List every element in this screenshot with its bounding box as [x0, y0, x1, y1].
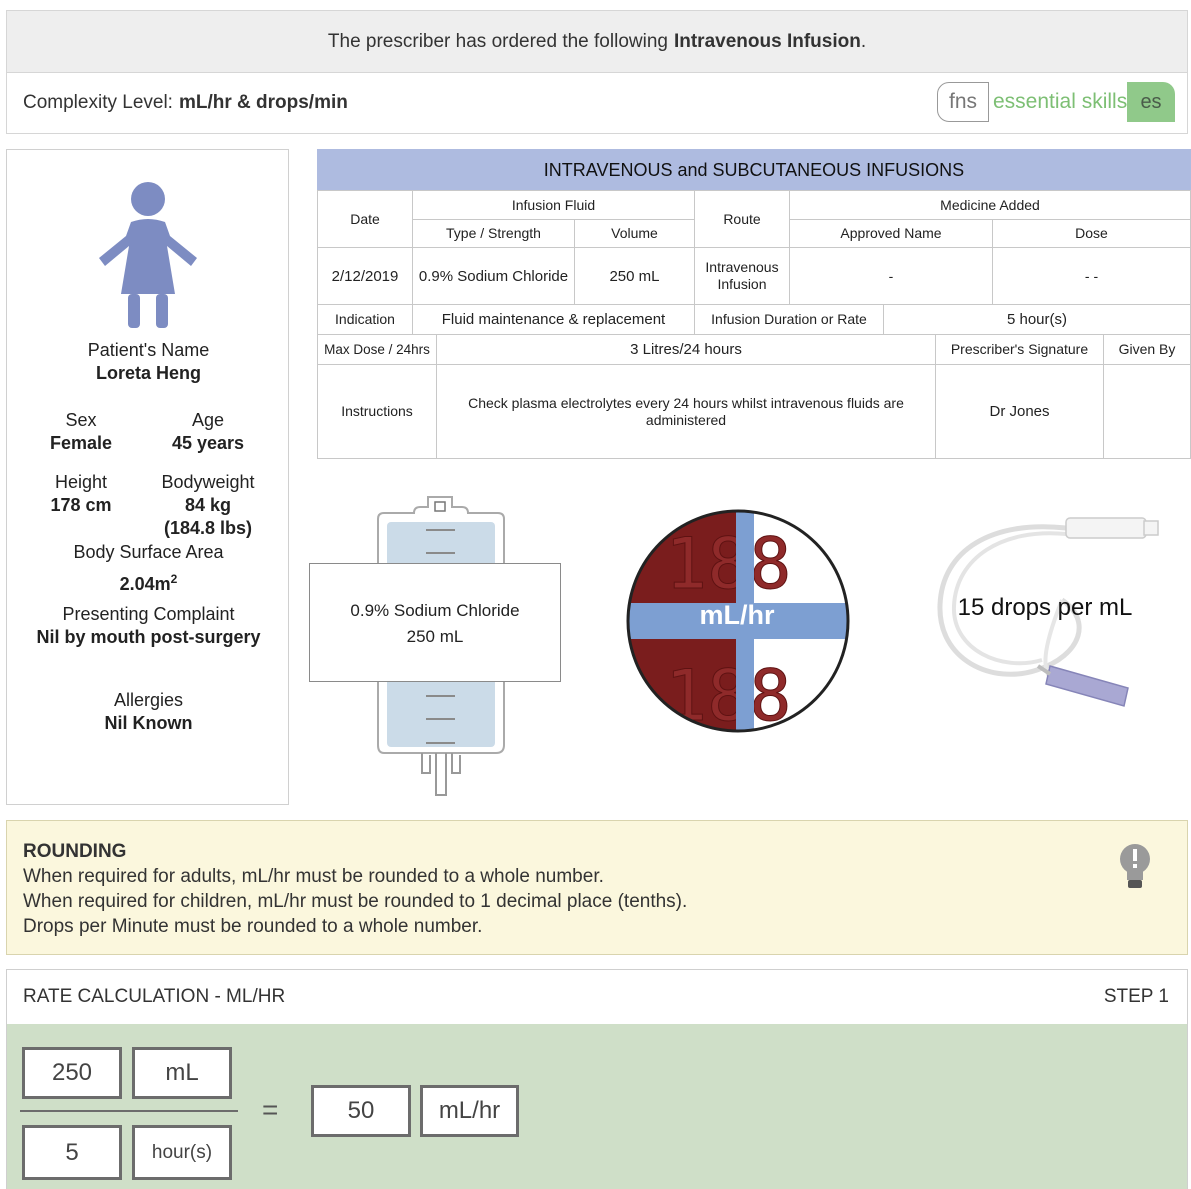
order-type: Intravenous Infusion — [673, 30, 861, 52]
header-given-by: Given By — [1103, 334, 1191, 365]
denominator-unit-field[interactable]: hour(s) — [132, 1125, 232, 1180]
header-instructions: Instructions — [317, 364, 437, 459]
patient-name-label: Patient's Name — [87, 340, 210, 360]
bag-volume: 250 mL — [406, 627, 464, 646]
pump-digits-top: 188 — [665, 523, 791, 605]
bodyweight-block: Bodyweight 84 kg (184.8 lbs) — [143, 471, 273, 540]
rounding-title: ROUNDING — [23, 841, 127, 862]
rounding-line-drops: Drops per Minute must be rounded to a wh… — [23, 916, 483, 937]
allergies-block: Allergies Nil Known — [7, 689, 290, 735]
cell-date: 2/12/2019 — [317, 247, 413, 305]
patient-panel: Patient's Name Loreta Heng Sex Female Ag… — [6, 149, 289, 805]
cell-duration-rate: 5 hour(s) — [883, 304, 1191, 335]
cell-indication: Fluid maintenance & replacement — [412, 304, 695, 335]
logo-es: es — [1127, 82, 1175, 122]
cell-route: Intravenous Infusion — [694, 247, 790, 305]
age-value: 45 years — [171, 433, 245, 453]
header-dose: Dose — [992, 219, 1191, 248]
logo-wordmark: essential skills — [993, 90, 1128, 113]
bsa-value: 2.04m — [119, 574, 171, 594]
height-block: Height 178 cm — [29, 471, 133, 517]
rounding-line-adults: When required for adults, mL/hr must be … — [23, 866, 604, 887]
header-approved-name: Approved Name — [789, 219, 993, 248]
header-prescriber-signature: Prescriber's Signature — [935, 334, 1104, 365]
logo-fns: fns — [937, 82, 989, 122]
header-infusion-fluid: Infusion Fluid — [412, 190, 695, 220]
patient-figure-icon — [99, 182, 197, 328]
bsa-label: Body Surface Area — [73, 542, 224, 562]
cell-type-strength: 0.9% Sodium Chloride — [412, 247, 575, 305]
bsa-value-wrap: 2.04m2 — [7, 568, 290, 596]
step-number: STEP 1 — [1103, 986, 1169, 1007]
order-banner: The prescriber has ordered the following… — [6, 10, 1188, 72]
cell-volume: 250 mL — [574, 247, 695, 305]
pump-unit-label: mL/hr — [699, 600, 775, 630]
allergies-value: Nil Known — [104, 713, 193, 733]
numerator-unit-field[interactable]: mL — [132, 1047, 232, 1099]
header-indication: Indication — [317, 304, 413, 335]
patient-name: Loreta Heng — [95, 363, 201, 383]
fraction-divider — [20, 1110, 238, 1112]
sex-block: Sex Female — [29, 409, 133, 455]
result-value-field[interactable]: 50 — [311, 1085, 411, 1137]
step-header: RATE CALCULATION - ML/HR STEP 1 — [6, 969, 1188, 1025]
numerator-value-field[interactable]: 250 — [22, 1047, 122, 1099]
header-date: Date — [317, 190, 413, 248]
header-type-strength: Type / Strength — [412, 219, 575, 248]
order-text: The prescriber has ordered the following — [327, 30, 668, 52]
bodyweight-kg: 84 kg — [184, 495, 232, 515]
bag-fluid: 0.9% Sodium Chloride — [350, 601, 520, 620]
denominator-value-field[interactable]: 5 — [22, 1125, 122, 1180]
order-period: . — [860, 30, 867, 52]
sex-value: Female — [49, 433, 113, 453]
header-volume: Volume — [574, 219, 695, 248]
cell-approved-name: - — [789, 247, 993, 305]
cell-instructions: Check plasma electrolytes every 24 hours… — [436, 364, 936, 459]
sex-label: Sex — [65, 410, 97, 430]
bodyweight-label: Bodyweight — [161, 472, 255, 492]
complaint-value: Nil by mouth post-surgery — [36, 627, 261, 647]
complaint-block: Presenting Complaint Nil by mouth post-s… — [7, 603, 290, 649]
complexity-value: mL/hr & drops/min — [178, 92, 348, 113]
cell-prescriber-signature: Dr Jones — [935, 364, 1104, 459]
cell-dose: - - — [992, 247, 1191, 305]
rounding-line-children: When required for children, mL/hr must b… — [23, 891, 688, 912]
drop-factor-label: 15 drops per mL — [957, 594, 1133, 621]
cell-given-by — [1103, 364, 1191, 459]
complaint-label: Presenting Complaint — [62, 604, 235, 624]
patient-name-block: Patient's Name Loreta Heng — [7, 339, 290, 385]
complexity-label: Complexity Level: — [23, 92, 173, 113]
cell-max-dose: 3 Litres/24 hours — [436, 334, 936, 365]
step-title: RATE CALCULATION - ML/HR — [23, 986, 286, 1007]
header-route: Route — [694, 190, 790, 248]
pump-digits-bottom: 188 — [665, 655, 791, 734]
bodyweight-lbs: (184.8 lbs) — [163, 518, 253, 538]
header-medicine-added: Medicine Added — [789, 190, 1191, 220]
header-duration-rate: Infusion Duration or Rate — [694, 304, 884, 335]
lightbulb-hint-icon[interactable] — [1116, 842, 1154, 892]
age-block: Age 45 years — [149, 409, 267, 455]
bag-label: 0.9% Sodium Chloride 250 mL — [309, 563, 561, 682]
bsa-block: Body Surface Area 2.04m2 — [7, 541, 290, 596]
age-label: Age — [191, 410, 225, 430]
rounding-notice: ROUNDING When required for adults, mL/hr… — [6, 820, 1188, 955]
height-label: Height — [54, 472, 108, 492]
header-max-dose: Max Dose / 24hrs — [317, 334, 437, 365]
bsa-superscript: 2 — [170, 572, 178, 586]
result-unit-field[interactable]: mL/hr — [420, 1085, 519, 1137]
essential-skills-logo: fns essential skills es — [937, 82, 1175, 122]
equals-sign: = — [262, 1094, 279, 1125]
chart-title: INTRAVENOUS and SUBCUTANEOUS INFUSIONS — [317, 149, 1191, 191]
height-value: 178 cm — [50, 495, 112, 515]
allergies-label: Allergies — [113, 690, 184, 710]
